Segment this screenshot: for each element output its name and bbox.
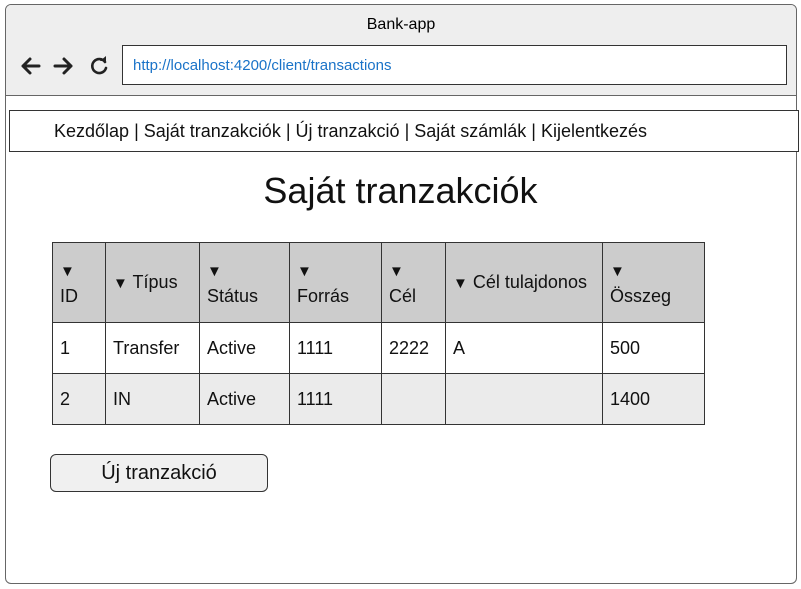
menu-item-logout[interactable]: Kijelentkezés — [541, 121, 647, 142]
column-header-source[interactable]: ▼ Forrás — [289, 242, 382, 323]
reload-button[interactable] — [86, 53, 112, 79]
cell-target: 2222 — [381, 322, 446, 374]
cell-source: 1111 — [289, 322, 382, 374]
sort-icon: ▼ — [610, 262, 625, 280]
column-label: Státus — [207, 285, 259, 306]
cell-amount: 500 — [602, 322, 705, 374]
cell-target — [381, 373, 446, 425]
column-label: Típus — [132, 271, 178, 292]
menu-separator: | — [531, 120, 536, 141]
window-title: Bank-app — [366, 16, 436, 33]
menu-separator: | — [134, 120, 139, 141]
cell-target-owner — [445, 373, 603, 425]
arrow-left-icon — [21, 57, 41, 75]
menu-item-my-accounts[interactable]: Saját számlák — [414, 121, 526, 142]
url-text: http://localhost:4200/client/transaction… — [133, 56, 392, 74]
cell-amount: 1400 — [602, 373, 705, 425]
cell-target-owner: A — [445, 322, 603, 374]
sort-icon: ▼ — [297, 262, 312, 280]
new-transaction-button[interactable]: Új tranzakció — [50, 454, 268, 492]
address-bar[interactable]: http://localhost:4200/client/transaction… — [122, 45, 787, 85]
cell-id: 1 — [52, 322, 106, 374]
cell-status: Active — [199, 373, 290, 425]
table-header-row: ▼ ID ▼ Típus ▼ Státus ▼ Forrás ▼ Cél ▼ C… — [52, 242, 705, 323]
sort-icon: ▼ — [389, 262, 404, 280]
cell-id: 2 — [52, 373, 106, 425]
menu-item-home[interactable]: Kezdőlap — [54, 121, 129, 142]
reload-icon — [91, 56, 108, 75]
arrow-right-icon — [53, 57, 73, 75]
cell-status: Active — [199, 322, 290, 374]
column-header-id[interactable]: ▼ ID — [52, 242, 106, 323]
menu-item-my-transactions[interactable]: Saját tranzakciók — [144, 121, 281, 142]
column-header-status[interactable]: ▼ Státus — [199, 242, 290, 323]
page-title: Saját tranzakciók — [263, 170, 538, 211]
browser-chrome: Bank-app http://localhost:4200/client/tr… — [6, 5, 796, 96]
column-label: Összeg — [610, 285, 672, 306]
column-label: Cél tulajdonos — [472, 271, 587, 292]
sort-icon: ▼ — [60, 262, 75, 280]
menu-separator: | — [285, 120, 291, 141]
main-menu: Kezdőlap | Saját tranzakciók | Új tranza… — [9, 110, 799, 152]
column-header-type[interactable]: ▼ Típus — [105, 242, 200, 323]
sort-icon: ▼ — [453, 274, 468, 292]
column-label: Forrás — [297, 285, 350, 306]
cell-type: IN — [105, 373, 200, 425]
menu-item-new-transaction[interactable]: Új tranzakció — [296, 121, 400, 142]
cell-type: Transfer — [105, 322, 200, 374]
forward-button[interactable] — [51, 53, 77, 79]
table-row[interactable]: 1 Transfer Active 1111 2222 A 500 — [52, 322, 705, 374]
column-header-amount[interactable]: ▼ Összeg — [602, 242, 705, 323]
table-row[interactable]: 2 IN Active 1111 1400 — [52, 373, 705, 425]
sort-icon: ▼ — [207, 262, 222, 280]
column-label: Cél — [389, 285, 417, 306]
column-label: ID — [60, 285, 78, 306]
column-header-target-owner[interactable]: ▼ Cél tulajdonos — [445, 242, 603, 323]
back-button[interactable] — [17, 53, 43, 79]
cell-source: 1111 — [289, 373, 382, 425]
menu-separator: | — [404, 120, 410, 141]
sort-icon: ▼ — [113, 274, 128, 292]
transactions-table: ▼ ID ▼ Típus ▼ Státus ▼ Forrás ▼ Cél ▼ C… — [52, 242, 705, 425]
column-header-target[interactable]: ▼ Cél — [381, 242, 446, 323]
